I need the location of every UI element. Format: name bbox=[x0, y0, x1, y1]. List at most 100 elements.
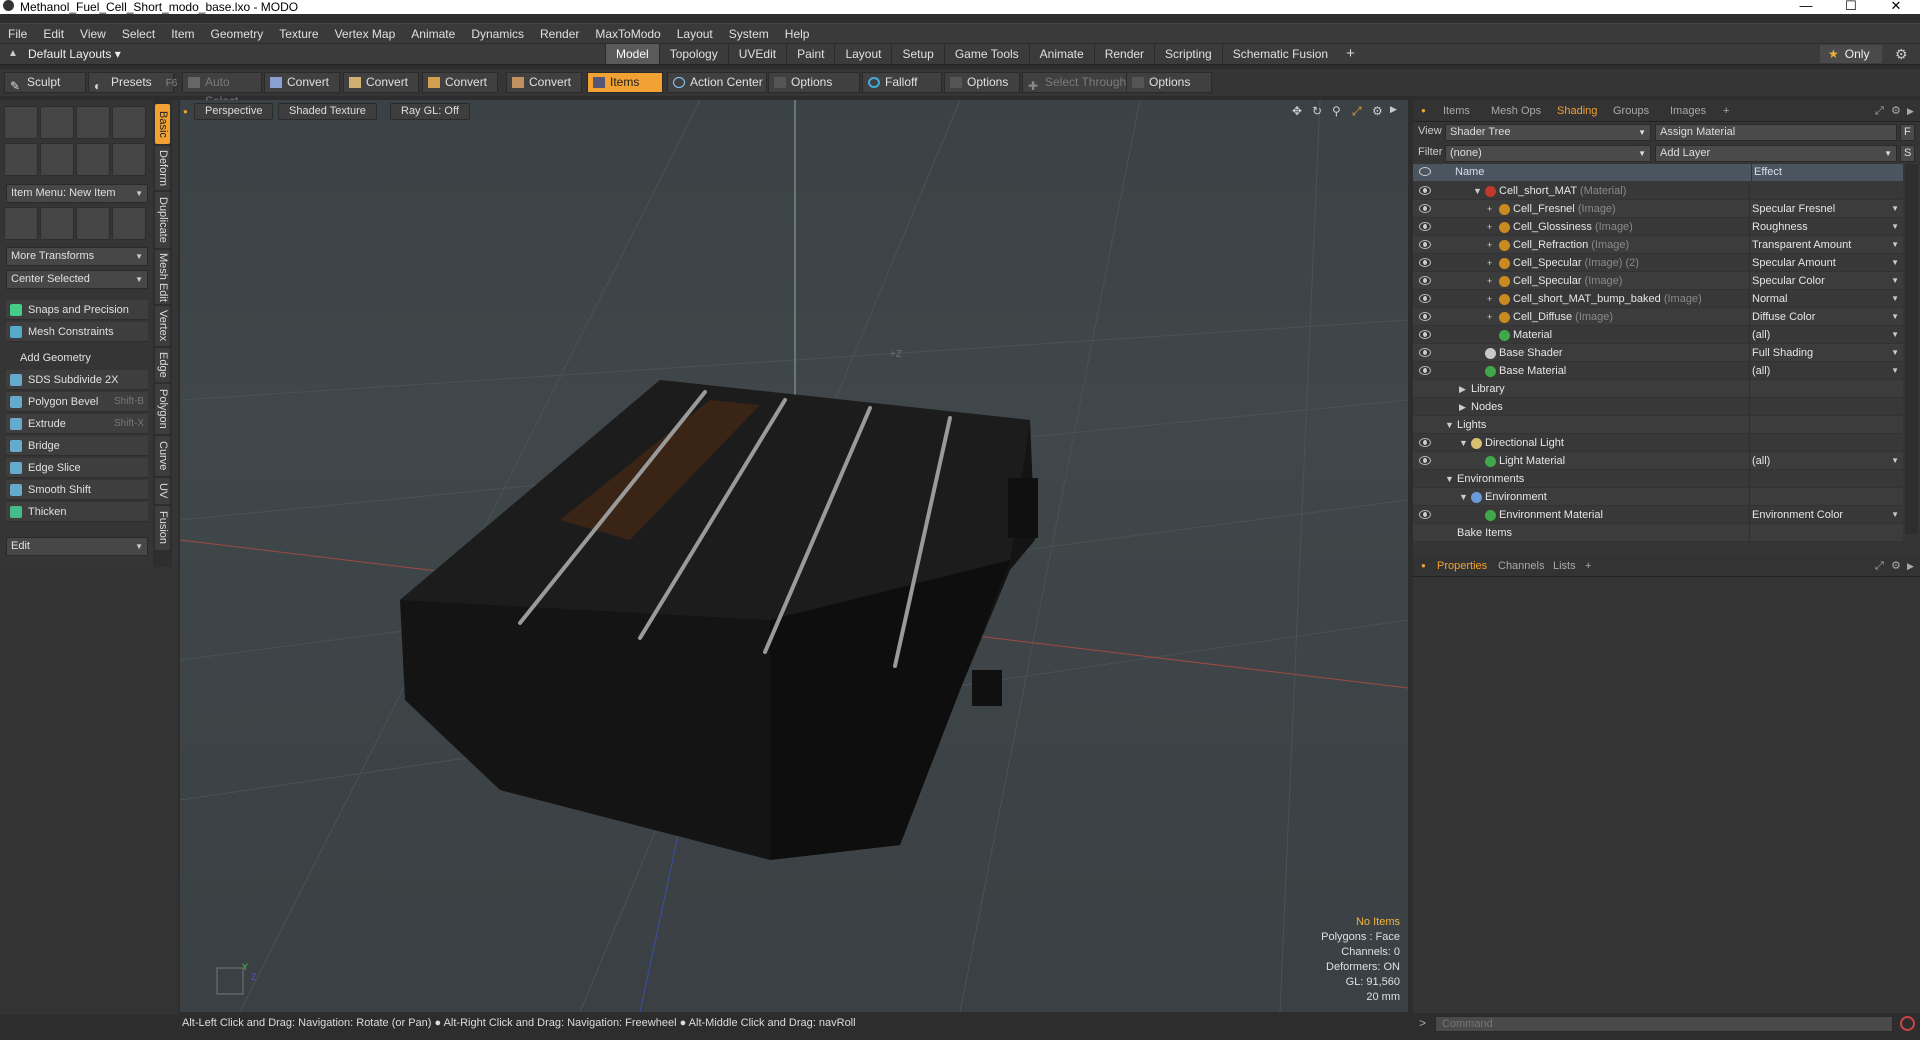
props-expand-icon[interactable]: ⤢ bbox=[1875, 558, 1884, 574]
tree-row[interactable]: ▼ Environments bbox=[1413, 470, 1903, 488]
tool-sds-subdivide[interactable]: SDS Subdivide 2X bbox=[6, 370, 148, 390]
tree-row[interactable]: + Cell_Refraction (Image) Transparent Amou… bbox=[1413, 236, 1903, 254]
tab-setup[interactable]: Setup bbox=[891, 44, 943, 64]
cube-icon[interactable] bbox=[4, 106, 38, 139]
vtab-basic[interactable]: Basic bbox=[155, 104, 170, 144]
menu-render[interactable]: Render bbox=[532, 24, 587, 44]
edit-dropdown[interactable]: Edit bbox=[6, 537, 148, 556]
vtab-deform[interactable]: Deform bbox=[155, 146, 170, 190]
visibility-eye-icon[interactable] bbox=[1419, 276, 1431, 285]
panel-gear-icon[interactable]: ⚙ bbox=[1891, 103, 1901, 119]
tree-row[interactable]: ▶ Nodes bbox=[1413, 398, 1903, 416]
visibility-eye-icon[interactable] bbox=[1419, 186, 1431, 195]
menu-select[interactable]: Select bbox=[114, 24, 163, 44]
expand-toggle-icon[interactable]: + bbox=[1487, 218, 1492, 236]
expand-toggle-icon[interactable]: ▼ bbox=[1459, 434, 1468, 452]
only-toggle[interactable]: ★ Only bbox=[1820, 45, 1882, 63]
center-selected-dropdown[interactable]: Center Selected bbox=[6, 270, 148, 289]
menu-system[interactable]: System bbox=[721, 24, 777, 44]
vtab-fusion[interactable]: Fusion bbox=[155, 506, 170, 550]
tool-smooth-shift[interactable]: Smooth Shift bbox=[6, 480, 148, 500]
tree-row[interactable]: ▼ Environment bbox=[1413, 488, 1903, 506]
tool-extrude[interactable]: Extrude Shift-X bbox=[6, 414, 148, 434]
layout-collapse-icon[interactable]: ▲ bbox=[8, 48, 18, 59]
tree-row[interactable]: + Cell_Specular (Image) Specular Color bbox=[1413, 272, 1903, 290]
tree-row[interactable]: ▼ Directional Light bbox=[1413, 434, 1903, 452]
zoom-icon[interactable]: ⚲ bbox=[1332, 104, 1341, 118]
fit-icon[interactable]: ⤢ bbox=[1352, 104, 1362, 119]
props-gear-icon[interactable]: ⚙ bbox=[1891, 558, 1901, 574]
transform-icon[interactable] bbox=[4, 207, 38, 240]
record-icon[interactable] bbox=[1900, 1016, 1915, 1031]
layer-effect[interactable]: (all) bbox=[1749, 362, 1902, 380]
layer-effect[interactable]: Specular Amount bbox=[1749, 254, 1902, 272]
layer-effect[interactable]: Full Shading bbox=[1749, 344, 1902, 362]
tree-row[interactable]: Light Material (all) bbox=[1413, 452, 1903, 470]
rotate-icon[interactable]: ↻ bbox=[1312, 104, 1322, 118]
pan-icon[interactable]: ✥ bbox=[1292, 104, 1302, 118]
items-mode-button[interactable]: Items bbox=[587, 72, 663, 93]
layer-effect[interactable]: Specular Fresnel bbox=[1749, 200, 1902, 218]
tool-bridge[interactable]: Bridge bbox=[6, 436, 148, 456]
add-props-tab-button[interactable]: + bbox=[1585, 558, 1591, 574]
layer-effect[interactable]: Normal bbox=[1749, 290, 1902, 308]
tree-row[interactable]: Base Shader Full Shading bbox=[1413, 344, 1903, 362]
add-layer-dropdown[interactable]: Add Layer bbox=[1655, 145, 1897, 162]
expand-toggle-icon[interactable]: + bbox=[1487, 200, 1492, 218]
tool-thicken[interactable]: Thicken bbox=[6, 502, 148, 522]
falloff-button[interactable]: Falloff bbox=[862, 72, 942, 93]
layer-effect[interactable]: (all) bbox=[1749, 452, 1902, 470]
3d-viewport[interactable]: +Z Y Z ● Perspective Shaded Texture Ray … bbox=[180, 100, 1408, 1012]
action-center-options-button[interactable]: Options bbox=[768, 72, 860, 93]
convert-materials-button[interactable]: Convert bbox=[506, 72, 582, 93]
tree-row[interactable]: Base Material (all) bbox=[1413, 362, 1903, 380]
vtab-mesh-edit[interactable]: Mesh Edit bbox=[155, 250, 170, 304]
tab-layout[interactable]: Layout bbox=[834, 44, 891, 64]
vtab-curve[interactable]: Curve bbox=[155, 436, 170, 476]
tab-scripting[interactable]: Scripting bbox=[1154, 44, 1222, 64]
viewport-expand-icon[interactable]: ▶ bbox=[1390, 104, 1397, 115]
expand-toggle-icon[interactable]: + bbox=[1487, 272, 1492, 290]
panel-arrow-icon[interactable]: ▶ bbox=[1907, 103, 1914, 119]
tab-images[interactable]: Images bbox=[1670, 103, 1706, 119]
props-arrow-icon[interactable]: ▶ bbox=[1907, 558, 1914, 574]
vtab-edge[interactable]: Edge bbox=[155, 348, 170, 382]
viewport-menu-icon[interactable]: ● bbox=[183, 107, 188, 116]
tab-game-tools[interactable]: Game Tools bbox=[943, 44, 1029, 64]
torus-icon[interactable] bbox=[4, 143, 38, 176]
tab-render[interactable]: Render bbox=[1093, 44, 1154, 64]
vtab-duplicate[interactable]: Duplicate bbox=[155, 192, 170, 248]
expand-toggle-icon[interactable]: ▼ bbox=[1473, 182, 1482, 200]
select-through-button[interactable]: ✚ Select Through bbox=[1022, 72, 1128, 93]
tab-schematic-fusion[interactable]: Schematic Fusion bbox=[1221, 44, 1338, 64]
visibility-eye-icon[interactable] bbox=[1419, 258, 1431, 267]
vtab-vertex[interactable]: Vertex bbox=[155, 306, 170, 346]
tree-row[interactable]: + Cell_short_MAT_bump_baked (Image) Normal bbox=[1413, 290, 1903, 308]
expand-toggle-icon[interactable]: ▼ bbox=[1459, 488, 1468, 506]
name-column-header[interactable]: Name bbox=[1455, 164, 1484, 181]
add-tab-button[interactable]: + bbox=[1338, 44, 1363, 64]
gear-icon[interactable]: ⚙ bbox=[1895, 46, 1908, 63]
auto-select-button[interactable]: Auto Select bbox=[182, 72, 262, 108]
sphere-icon[interactable] bbox=[40, 106, 74, 139]
convert-edges-button[interactable]: Convert bbox=[343, 72, 419, 93]
layer-effect[interactable]: Specular Color bbox=[1749, 272, 1902, 290]
command-input[interactable] bbox=[1435, 1016, 1893, 1032]
tab-channels[interactable]: Channels bbox=[1498, 558, 1544, 574]
item-menu-dropdown[interactable]: Item Menu: New Item bbox=[6, 184, 148, 203]
expand-toggle-icon[interactable]: ▼ bbox=[1445, 470, 1454, 488]
tab-uvedit[interactable]: UVEdit bbox=[727, 44, 786, 64]
grid-icon[interactable] bbox=[40, 207, 74, 240]
layer-effect[interactable]: (all) bbox=[1749, 326, 1902, 344]
expand-toggle-icon[interactable]: ▶ bbox=[1459, 398, 1466, 416]
tree-row[interactable]: Environment Material Environment Color bbox=[1413, 506, 1903, 524]
convert-vertices-button[interactable]: Convert bbox=[264, 72, 340, 93]
expand-toggle-icon[interactable]: + bbox=[1487, 290, 1492, 308]
props-menu-icon[interactable]: ● bbox=[1421, 558, 1426, 574]
viewport-gear-icon[interactable]: ⚙ bbox=[1372, 104, 1383, 118]
expand-toggle-icon[interactable]: ▼ bbox=[1445, 416, 1454, 434]
minimize-button[interactable]: — bbox=[1783, 0, 1829, 14]
tab-model[interactable]: Model bbox=[605, 44, 659, 64]
tree-row[interactable]: + Cell_Specular (Image) (2) Specular Amoun… bbox=[1413, 254, 1903, 272]
tool-polygon-bevel[interactable]: Polygon Bevel Shift-B bbox=[6, 392, 148, 412]
